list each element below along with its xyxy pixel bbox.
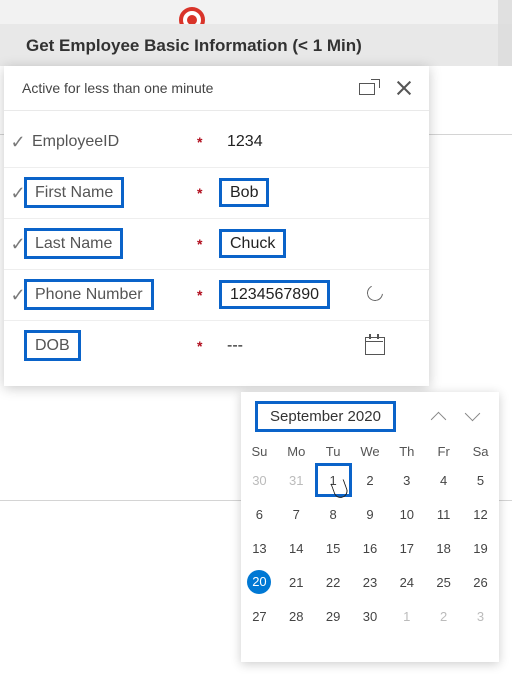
calendar-day[interactable]: 22 (315, 565, 352, 599)
field-dob[interactable]: DOB * --- (4, 321, 429, 371)
field-label: EmployeeID (32, 133, 197, 151)
calendar-day[interactable]: 16 (352, 531, 389, 565)
calendar-day[interactable]: 17 (388, 531, 425, 565)
calendar-day[interactable]: 18 (425, 531, 462, 565)
check-icon: ✓ (4, 132, 32, 153)
required-mark: * (197, 134, 227, 150)
calendar-day[interactable]: 24 (388, 565, 425, 599)
close-icon[interactable] (395, 79, 413, 97)
prev-month-icon[interactable] (427, 404, 451, 428)
app-top-strip (0, 0, 512, 24)
calendar-day[interactable]: 30 (241, 463, 278, 497)
field-label: DOB (24, 330, 81, 361)
calendar-day[interactable]: 9 (352, 497, 389, 531)
field-employee-id[interactable]: ✓ EmployeeID * 1234 (4, 117, 429, 168)
calendar-day[interactable]: 3 (388, 463, 425, 497)
field-value[interactable]: --- (227, 337, 357, 355)
calendar-day[interactable]: 10 (388, 497, 425, 531)
dow-label: Fr (425, 440, 462, 463)
calendar-day[interactable]: 4 (425, 463, 462, 497)
calendar-day[interactable]: 2 (425, 599, 462, 633)
dow-label: We (352, 440, 389, 463)
field-first-name[interactable]: ✓ First Name * Bob (4, 168, 429, 219)
calendar-icon[interactable] (364, 334, 386, 356)
calendar-day[interactable]: 3 (462, 599, 499, 633)
form-flyout: Active for less than one minute ✓ Employ… (4, 66, 429, 386)
calendar-day[interactable]: 23 (352, 565, 389, 599)
field-value[interactable]: 1234567890 (219, 280, 330, 309)
required-mark: * (197, 338, 227, 354)
dow-label: Th (388, 440, 425, 463)
calendar-day[interactable]: 25 (425, 565, 462, 599)
calendar-grid: SuMoTuWeThFrSa 3031123456789101112131415… (241, 440, 499, 633)
phone-icon[interactable] (364, 283, 386, 305)
dow-label: Tu (315, 440, 352, 463)
field-value[interactable]: 1234 (227, 133, 357, 151)
calendar-day[interactable]: 13 (241, 531, 278, 565)
calendar-day[interactable]: 6 (241, 497, 278, 531)
stage-title: Get Employee Basic Information (< 1 Min) (26, 36, 362, 56)
field-last-name[interactable]: ✓ Last Name * Chuck (4, 219, 429, 270)
calendar-day[interactable]: 29 (315, 599, 352, 633)
calendar-day[interactable]: 28 (278, 599, 315, 633)
dow-label: Su (241, 440, 278, 463)
calendar-day[interactable]: 27 (241, 599, 278, 633)
field-label: Phone Number (24, 279, 154, 310)
field-label: Last Name (24, 228, 123, 259)
calendar-day[interactable]: 12 (462, 497, 499, 531)
calendar-day[interactable]: 26 (462, 565, 499, 599)
calendar-day[interactable]: 8 (315, 497, 352, 531)
flyout-subtitle: Active for less than one minute (22, 80, 341, 96)
calendar-day[interactable]: 1 (315, 463, 352, 497)
calendar-day[interactable]: 2 (352, 463, 389, 497)
calendar-day[interactable]: 7 (278, 497, 315, 531)
field-phone-number[interactable]: ✓ Phone Number * 1234567890 (4, 270, 429, 321)
calendar-day[interactable]: 19 (462, 531, 499, 565)
field-label: First Name (24, 177, 124, 208)
calendar-day[interactable]: 5 (462, 463, 499, 497)
calendar-day[interactable]: 11 (425, 497, 462, 531)
stage-header: Get Employee Basic Information (< 1 Min) (0, 24, 512, 66)
calendar-day[interactable]: 31 (278, 463, 315, 497)
next-month-icon[interactable] (461, 404, 485, 428)
calendar-day[interactable]: 1 (388, 599, 425, 633)
month-year-label[interactable]: September 2020 (255, 401, 396, 432)
dow-label: Mo (278, 440, 315, 463)
field-value[interactable]: Chuck (219, 229, 286, 258)
field-value[interactable]: Bob (219, 178, 269, 207)
dow-label: Sa (462, 440, 499, 463)
calendar-day[interactable]: 21 (278, 565, 315, 599)
calendar-day[interactable]: 30 (352, 599, 389, 633)
date-picker-popup: September 2020 SuMoTuWeThFrSa 3031123456… (241, 392, 499, 662)
expand-icon[interactable] (359, 79, 377, 97)
calendar-day[interactable]: 14 (278, 531, 315, 565)
calendar-day[interactable]: 20 (241, 565, 278, 599)
calendar-day[interactable]: 15 (315, 531, 352, 565)
